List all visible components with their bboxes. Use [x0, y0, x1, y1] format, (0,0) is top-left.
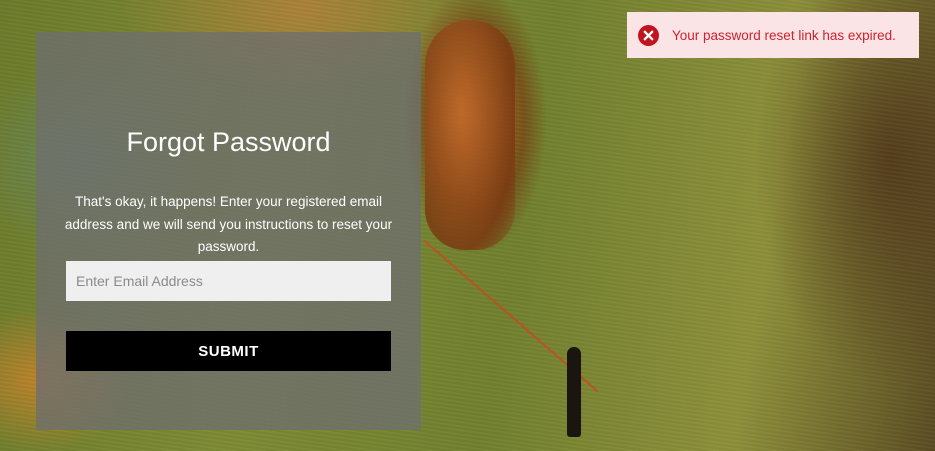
toast-message: Your password reset link has expired.	[672, 27, 896, 43]
background-hand	[425, 20, 515, 250]
forgot-password-panel: Forgot Password That's okay, it happens!…	[36, 32, 421, 430]
error-toast: Your password reset link has expired.	[627, 12, 919, 58]
background-shuttle	[567, 347, 581, 437]
email-input[interactable]	[66, 261, 391, 301]
submit-button[interactable]: SUBMIT	[66, 331, 391, 371]
error-circle-icon	[638, 24, 659, 46]
page-title: Forgot Password	[126, 127, 331, 157]
instructions-text: That's okay, it happens! Enter your regi…	[64, 194, 393, 254]
